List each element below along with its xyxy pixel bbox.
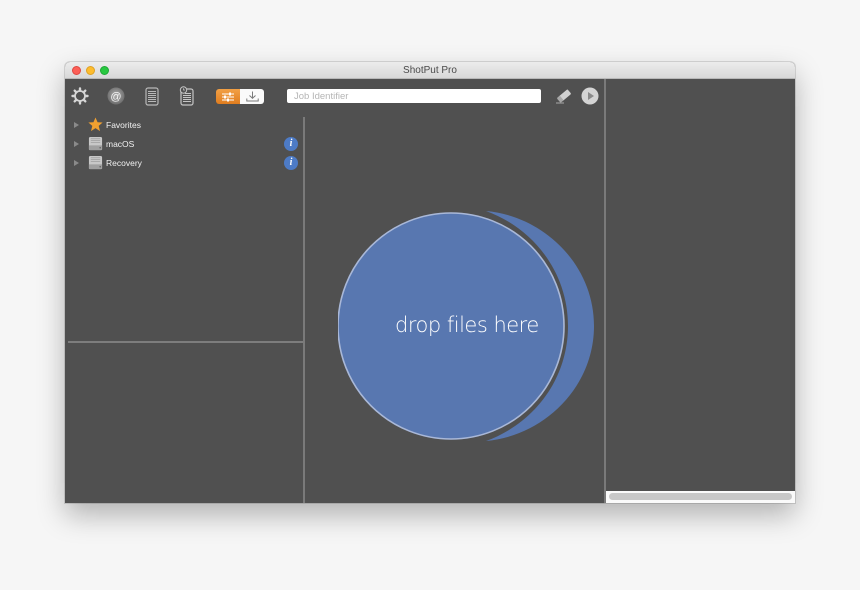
info-button[interactable]: i xyxy=(284,155,298,170)
sidebar-item-macos[interactable]: macOS i xyxy=(65,134,304,153)
info-button[interactable]: i xyxy=(284,136,298,151)
mode-segmented-control xyxy=(216,89,264,104)
sidebar-split-divider[interactable] xyxy=(68,341,304,343)
star-icon xyxy=(88,117,103,132)
disclosure-triangle-icon[interactable] xyxy=(74,140,79,147)
at-sign-icon[interactable]: @ xyxy=(106,86,126,106)
sources-sidebar: Favorites macOS i Recovery i A Z xyxy=(65,113,304,503)
inspector-pane xyxy=(606,79,795,503)
drop-zone-label: drop files here xyxy=(395,313,539,337)
download-mode-segment[interactable] xyxy=(240,89,264,104)
hard-drive-icon xyxy=(88,136,103,151)
scheduled-report-icon[interactable] xyxy=(177,86,197,106)
svg-text:@: @ xyxy=(110,91,121,103)
settings-mode-segment[interactable] xyxy=(216,89,240,104)
sidebar-item-recovery[interactable]: Recovery i xyxy=(65,153,304,172)
sidebar-item-label: macOS xyxy=(106,138,135,149)
title-bar[interactable]: ShotPut Pro xyxy=(65,62,795,79)
report-icon[interactable] xyxy=(142,86,162,106)
eraser-icon[interactable] xyxy=(554,86,574,106)
toolbar: @ xyxy=(65,79,606,113)
app-window: ShotPut Pro @ Job Identifier Favorites m… xyxy=(65,62,795,503)
disclosure-triangle-icon[interactable] xyxy=(74,121,79,128)
disclosure-triangle-icon[interactable] xyxy=(74,159,79,166)
settings-sliders-icon xyxy=(222,92,234,101)
play-icon[interactable] xyxy=(580,86,600,106)
sidebar-item-favorites[interactable]: Favorites xyxy=(65,115,304,134)
sidebar-item-label: Recovery xyxy=(106,157,142,168)
gear-icon[interactable] xyxy=(70,86,90,106)
drop-area[interactable]: drop files here xyxy=(305,113,605,503)
hard-drive-icon xyxy=(88,155,103,170)
job-identifier-input[interactable] xyxy=(287,89,541,103)
window-title: ShotPut Pro xyxy=(403,65,457,76)
download-icon xyxy=(245,91,259,102)
sidebar-item-label: Favorites xyxy=(106,119,141,130)
horizontal-scrollbar-thumb[interactable] xyxy=(609,493,792,500)
